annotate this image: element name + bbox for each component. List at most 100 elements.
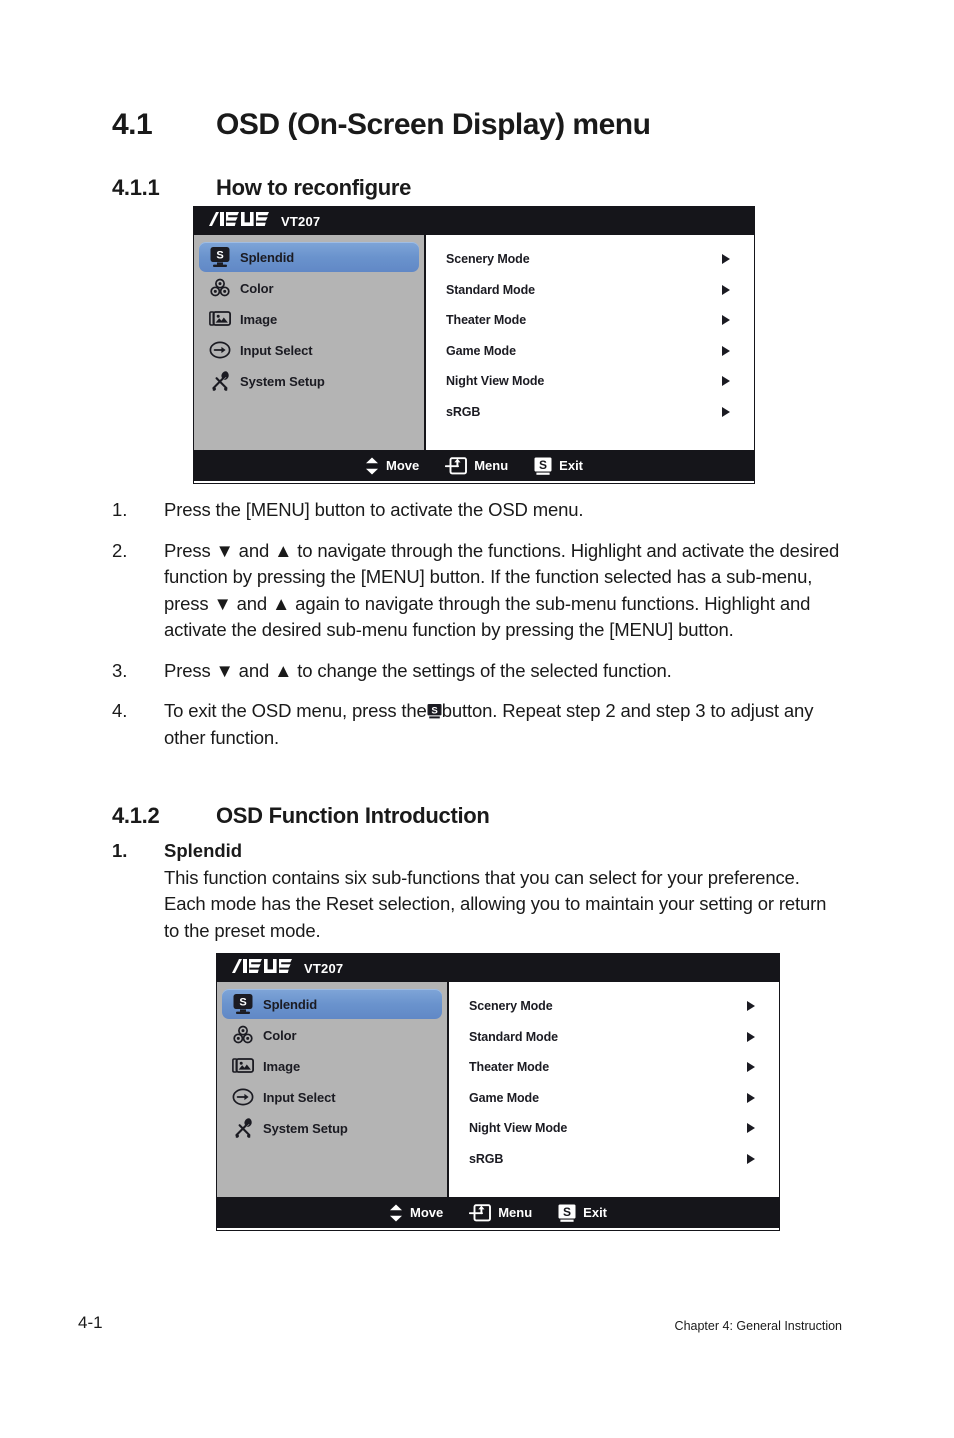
osd-footer-action-menu[interactable]: Menu: [445, 456, 508, 475]
osd-option-standard-mode[interactable]: Standard Mode: [426, 275, 754, 306]
section-heading-411-number: 4.1.1: [112, 175, 160, 200]
list-item: 4. To exit the OSD menu, press the Sbutto…: [112, 698, 842, 751]
osd-option-night-view-mode[interactable]: Night View Mode: [426, 366, 754, 397]
chevron-right-icon[interactable]: [747, 1092, 755, 1103]
step-number: 2.: [112, 539, 128, 561]
osd-footer-action-exit[interactable]: S Exit: [534, 457, 583, 475]
sidebar-item-label: System Setup: [263, 1120, 348, 1136]
sidebar-item-image[interactable]: Image: [222, 1051, 442, 1081]
splendid-monitor-s-icon: S: [232, 993, 254, 1015]
osd-menu-figure-2: VT207 S Splendid Color Image Input Select Syst…: [216, 953, 780, 1231]
tools-cross-icon: [232, 1117, 254, 1139]
osd-model-label: VT207: [304, 960, 344, 976]
svg-text:S: S: [539, 457, 547, 471]
instruction-steps-list: 1. Press the [MENU] button to activate t…: [112, 497, 842, 765]
chevron-right-icon[interactable]: [747, 1031, 755, 1042]
sidebar-item-splendid[interactable]: S Splendid: [199, 242, 419, 272]
splendid-s-button-icon: S: [534, 457, 552, 475]
osd-option-label: Theater Mode: [469, 1060, 550, 1075]
step-text: Press ▼ and ▲ to navigate through the fu…: [164, 539, 840, 641]
list-item: 2. Press ▼ and ▲ to navigate through the…: [112, 538, 842, 644]
step-text: Press the [MENU] button to activate the …: [164, 499, 584, 520]
function-intro-number: 1.: [112, 840, 128, 861]
sidebar-item-image[interactable]: Image: [199, 304, 419, 334]
osd-option-label: Night View Mode: [446, 374, 545, 389]
sidebar-item-system-setup[interactable]: System Setup: [222, 1113, 442, 1143]
sidebar-item-label: System Setup: [240, 373, 325, 389]
chevron-right-icon[interactable]: [722, 406, 730, 417]
osd-body: S Splendid Color Image Input Select System Se…: [217, 982, 779, 1197]
color-circles-icon: [232, 1024, 254, 1046]
page-title: 4.1 OSD (On-Screen Display) menu: [112, 108, 651, 142]
osd-footer-action-label: Menu: [498, 1205, 533, 1220]
osd-option-game-mode[interactable]: Game Mode: [449, 1083, 779, 1114]
chevron-right-icon[interactable]: [722, 376, 730, 387]
sidebar-item-label: Color: [240, 280, 274, 296]
up-down-arrows-icon: [365, 457, 379, 475]
osd-option-scenery-mode[interactable]: Scenery Mode: [426, 244, 754, 275]
svg-text:S: S: [216, 250, 223, 262]
chevron-right-icon[interactable]: [747, 1123, 755, 1134]
step-text: To exit the OSD menu, press the Sbutton. …: [164, 698, 842, 751]
osd-option-label: sRGB: [446, 404, 481, 419]
osd-body: S Splendid Color Image Input Select System Se…: [194, 235, 754, 450]
osd-footer-action-menu[interactable]: Menu: [469, 1203, 533, 1222]
osd-option-label: Game Mode: [469, 1090, 539, 1105]
input-arrow-circle-icon: [232, 1086, 254, 1108]
sidebar-item-label: Splendid: [240, 249, 295, 265]
sidebar-item-color[interactable]: Color: [199, 273, 419, 303]
function-intro-title: Splendid: [164, 840, 243, 861]
osd-footer-action-move[interactable]: Move: [389, 1204, 443, 1222]
osd-footer-bar: Move Menu S Exit: [194, 450, 754, 481]
osd-option-game-mode[interactable]: Game Mode: [426, 336, 754, 367]
osd-option-label: Game Mode: [446, 343, 516, 358]
chevron-right-icon[interactable]: [747, 1001, 755, 1012]
page-number: 4-1: [78, 1313, 103, 1332]
sidebar-item-label: Input Select: [240, 342, 313, 358]
sidebar-item-splendid[interactable]: S Splendid: [222, 989, 442, 1019]
osd-option-srgb[interactable]: sRGB: [449, 1144, 779, 1175]
chevron-right-icon[interactable]: [747, 1153, 755, 1164]
sidebar-item-system-setup[interactable]: System Setup: [199, 366, 419, 396]
color-circles-icon: [209, 277, 231, 299]
svg-text:S: S: [563, 1204, 571, 1218]
sidebar-item-label: Splendid: [263, 996, 318, 1012]
svg-text:S: S: [431, 705, 438, 716]
osd-footer-action-exit[interactable]: S Exit: [558, 1204, 607, 1222]
splendid-monitor-s-icon: S: [209, 246, 231, 268]
asus-logo: [230, 958, 296, 978]
osd-footer-action-move[interactable]: Move: [365, 457, 419, 475]
section-heading-412-text: OSD Function Introduction: [216, 803, 490, 828]
page-title-number: 4.1: [112, 108, 153, 141]
section-heading-411-text: How to reconfigure: [216, 175, 412, 200]
chevron-right-icon[interactable]: [722, 315, 730, 326]
image-picture-icon: [232, 1055, 254, 1077]
function-intro-body: This function contains six sub-functions…: [164, 866, 827, 941]
chevron-right-icon[interactable]: [722, 254, 730, 265]
sidebar-item-label: Color: [263, 1027, 297, 1043]
menu-enter-icon: [469, 1203, 492, 1222]
step-number: 3.: [112, 659, 128, 681]
menu-enter-icon: [445, 456, 468, 475]
sidebar-item-color[interactable]: Color: [222, 1020, 442, 1050]
osd-option-scenery-mode[interactable]: Scenery Mode: [449, 991, 779, 1022]
sidebar-item-label: Image: [263, 1058, 301, 1074]
sidebar-item-label: Input Select: [263, 1089, 336, 1105]
chevron-right-icon[interactable]: [722, 345, 730, 356]
svg-text:S: S: [239, 997, 246, 1009]
osd-option-night-view-mode[interactable]: Night View Mode: [449, 1113, 779, 1144]
osd-option-theater-mode[interactable]: Theater Mode: [449, 1052, 779, 1083]
sidebar-item-input-select[interactable]: Input Select: [199, 335, 419, 365]
osd-option-label: Standard Mode: [469, 1029, 558, 1044]
osd-option-theater-mode[interactable]: Theater Mode: [426, 305, 754, 336]
osd-option-label: Scenery Mode: [469, 999, 553, 1014]
osd-option-srgb[interactable]: sRGB: [426, 397, 754, 428]
osd-option-standard-mode[interactable]: Standard Mode: [449, 1022, 779, 1053]
osd-footer-bar: Move Menu S Exit: [217, 1197, 779, 1228]
osd-options-panel: Scenery Mode Standard Mode Theater Mode Gam…: [426, 235, 754, 450]
splendid-s-button-icon: S: [558, 1204, 576, 1222]
chevron-right-icon[interactable]: [747, 1062, 755, 1073]
sidebar-item-input-select[interactable]: Input Select: [222, 1082, 442, 1112]
chevron-right-icon[interactable]: [722, 284, 730, 295]
image-picture-icon: [209, 308, 231, 330]
